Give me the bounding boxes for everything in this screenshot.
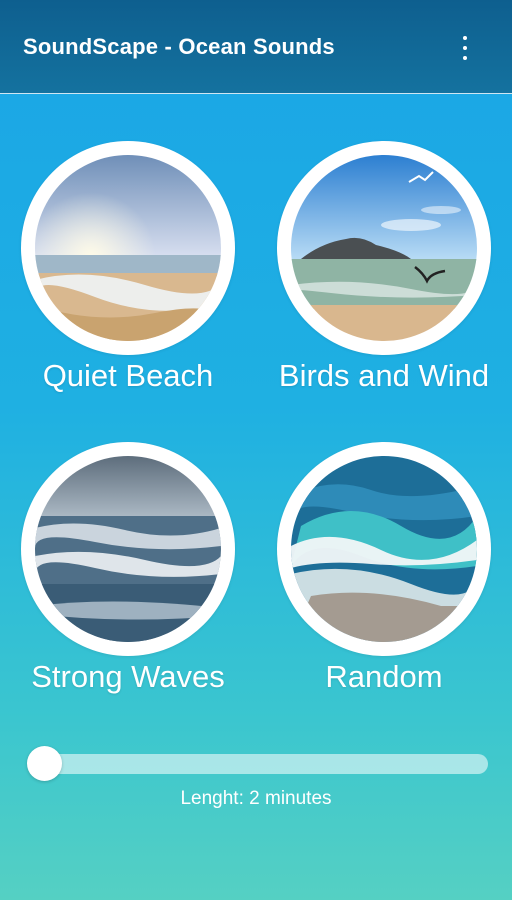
random-circle[interactable] xyxy=(277,442,491,656)
random-image xyxy=(291,456,477,642)
tile-label-quiet-beach: Quiet Beach xyxy=(42,358,214,393)
app-bar: SoundScape - Ocean Sounds xyxy=(0,0,512,94)
tile-label-strong-waves: Strong Waves xyxy=(31,659,225,694)
tile-random[interactable]: Random xyxy=(264,442,504,695)
tile-quiet-beach[interactable]: Quiet Beach xyxy=(8,141,248,394)
tile-strong-waves[interactable]: Strong Waves xyxy=(8,442,248,695)
tile-birds-and-wind[interactable]: Birds and Wind xyxy=(264,141,504,394)
birds-and-wind-circle[interactable] xyxy=(277,141,491,355)
strong-waves-image xyxy=(35,456,221,642)
length-slider[interactable] xyxy=(27,746,488,781)
length-slider-thumb[interactable] xyxy=(27,746,62,781)
tile-label-birds-and-wind: Birds and Wind xyxy=(278,358,490,393)
strong-waves-circle[interactable] xyxy=(21,442,235,656)
birds-and-wind-image xyxy=(291,155,477,341)
quiet-beach-image xyxy=(35,155,221,341)
quiet-beach-circle[interactable] xyxy=(21,141,235,355)
app-title: SoundScape - Ocean Sounds xyxy=(23,34,335,59)
length-label: Lenght: 2 minutes xyxy=(180,788,332,809)
length-slider-track[interactable] xyxy=(35,754,488,774)
more-vert-icon[interactable] xyxy=(458,36,472,60)
tile-label-random: Random xyxy=(325,659,443,694)
